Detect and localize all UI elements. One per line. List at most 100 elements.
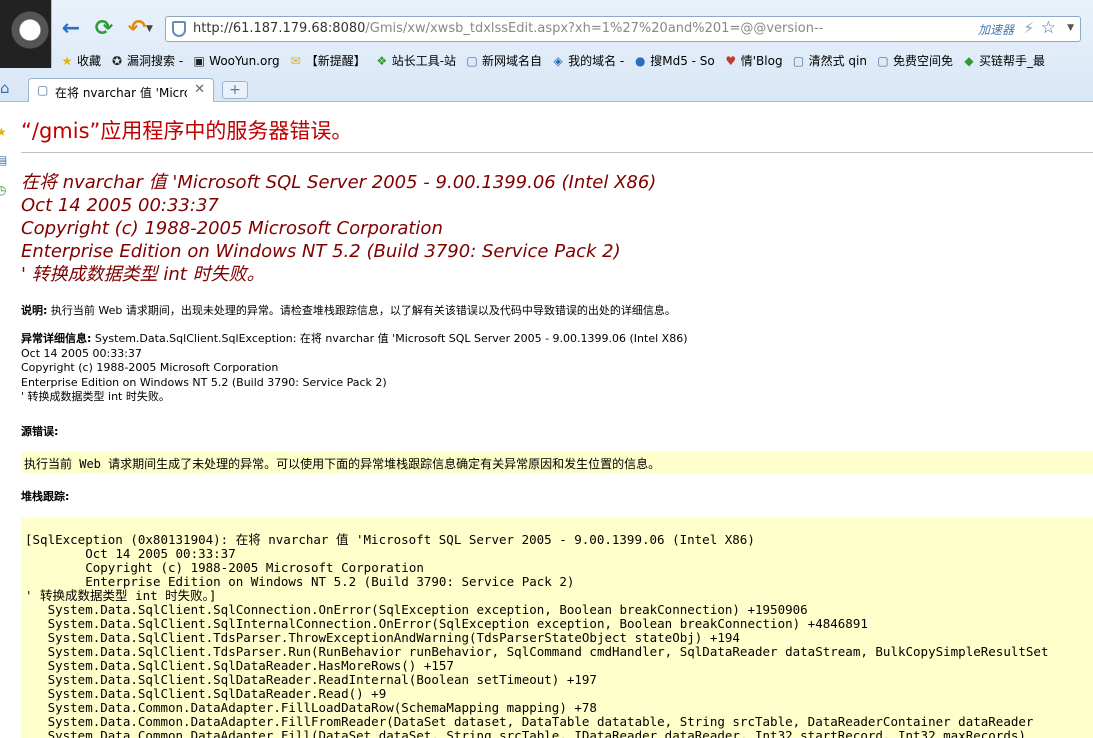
document-icon[interactable]: ▤ xyxy=(0,153,7,167)
bookmark-star-icon[interactable]: ☆ xyxy=(1041,18,1056,38)
address-bar[interactable]: http://61.187.179.68:8080/Gmis/xw/xwsb_t… xyxy=(165,16,1081,42)
bookmark-item[interactable]: ▢ 清然式 qin xyxy=(792,52,867,70)
stack-trace-box[interactable]: [SqlException (0x80131904): 在将 nvarchar … xyxy=(21,518,1093,738)
exception-line: Enterprise Edition on Windows NT 5.2 (Bu… xyxy=(21,375,387,389)
bookmark-item[interactable]: ✉ 【新提醒】 xyxy=(289,52,366,70)
bookmark-label: 漏洞搜索 - xyxy=(127,54,184,68)
bookmark-item[interactable]: ◈ 我的域名 - xyxy=(551,52,624,70)
undo-icon: ↶ xyxy=(127,16,147,41)
error-line: Enterprise Edition on Windows NT 5.2 (Bu… xyxy=(21,241,621,262)
wooyun-logo-icon: ▣ xyxy=(193,54,205,68)
bookmark-item[interactable]: ▢ 新网域名自 xyxy=(465,52,542,70)
stack-line: Oct 14 2005 00:33:37 xyxy=(25,546,236,561)
link-helper-icon: ◆ xyxy=(964,54,974,68)
bookmark-label: WooYun.org xyxy=(209,54,280,68)
source-error-label: 源错误: xyxy=(21,425,59,438)
bookmark-item[interactable]: ❖ 站长工具-站 xyxy=(375,52,456,70)
page-title: “/gmis”应用程序中的服务器错误。 xyxy=(21,119,353,143)
tab-active[interactable]: ▢ 在将 nvarchar 值 'Micros ✕ xyxy=(28,78,214,102)
error-line: ' 转换成数据类型 int 时失败。 xyxy=(21,264,265,285)
error-line: Copyright (c) 1988-2005 Microsoft Corpor… xyxy=(21,218,443,239)
webmaster-tool-icon: ❖ xyxy=(376,54,388,68)
description: 说明: 执行当前 Web 请求期间，出现未处理的异常。请检查堆栈跟踪信息，以了解… xyxy=(21,302,676,318)
bookmark-label: 我的域名 - xyxy=(568,54,625,68)
stack-line: System.Data.Common.DataAdapter.FillFromR… xyxy=(25,714,1034,729)
accelerator-button[interactable]: 加速器 xyxy=(978,21,1014,38)
stack-trace-label: 堆栈跟踪: xyxy=(21,490,70,503)
exception-details: 异常详细信息: System.Data.SqlClient.SqlExcepti… xyxy=(21,332,688,405)
security-shield-icon xyxy=(172,21,186,37)
favorites-star-icon[interactable]: ★ xyxy=(0,125,7,139)
chevron-down-icon: ▼ xyxy=(146,24,153,34)
chevron-down-icon[interactable]: ▼ xyxy=(1067,23,1074,33)
history-clock-icon[interactable]: ◷ xyxy=(0,183,6,197)
error-line: 在将 nvarchar 值 'Microsoft SQL Server 2005… xyxy=(21,172,657,193)
bookmark-item[interactable]: ♥ 情'Blog xyxy=(724,52,783,70)
bookmark-label: 买链帮手_最 xyxy=(978,54,1045,68)
browser-chrome: ← ⟳ ↶ ▼ http://61.187.179.68:8080/Gmis/xw… xyxy=(0,0,1093,102)
back-button[interactable]: ← xyxy=(58,16,84,42)
favorites-star-icon: ★ xyxy=(61,54,73,68)
source-error-box: 执行当前 Web 请求期间生成了未处理的异常。可以使用下面的异常堆栈跟踪信息确定… xyxy=(21,451,1093,473)
bookmark-label: 站长工具-站 xyxy=(391,54,457,68)
description-text: 执行当前 Web 请求期间，出现未处理的异常。请检查堆栈跟踪信息，以了解有关该错… xyxy=(47,304,676,317)
new-tab-button[interactable]: + xyxy=(222,81,248,99)
page-icon: ▢ xyxy=(37,83,49,97)
bookmark-item[interactable]: ✪ 漏洞搜索 - xyxy=(110,52,183,70)
description-label: 说明: xyxy=(21,304,48,317)
stack-trace-text: [SqlException (0x80131904): 在将 nvarchar … xyxy=(25,533,1049,738)
close-icon[interactable]: ✕ xyxy=(194,82,205,97)
blog-avatar-icon: ♥ xyxy=(725,54,737,68)
stack-line: System.Data.SqlClient.TdsParser.ThrowExc… xyxy=(25,630,740,645)
exception-line: ' 转换成数据类型 int 时失败。 xyxy=(21,390,170,403)
home-icon[interactable]: ⌂ xyxy=(0,79,16,97)
site-badge-icon: ✪ xyxy=(111,54,123,68)
exception-first-line: System.Data.SqlClient.SqlException: 在将 n… xyxy=(91,332,688,345)
stack-line: System.Data.SqlClient.SqlDataReader.Read… xyxy=(25,672,597,687)
stack-line: System.Data.Common.DataAdapter.FillLoadD… xyxy=(25,700,597,715)
bookmark-item[interactable]: ▣ WooYun.org xyxy=(192,52,280,70)
bookmark-item[interactable]: ◆ 买链帮手_最 xyxy=(962,52,1045,70)
source-error-text: 执行当前 Web 请求期间生成了未处理的异常。可以使用下面的异常堆栈跟踪信息确定… xyxy=(24,457,661,471)
bookmark-label: 清然式 qin xyxy=(808,54,867,68)
exception-rest: Oct 14 2005 00:33:37 Copyright (c) 1988-2… xyxy=(21,347,688,405)
divider xyxy=(21,152,1093,153)
exception-line: Oct 14 2005 00:33:37 xyxy=(21,346,142,360)
refresh-icon: ⟳ xyxy=(94,16,114,41)
bookmark-item[interactable]: ★ 收藏 xyxy=(60,52,101,70)
page-icon: ▢ xyxy=(466,54,478,68)
back-arrow-icon: ← xyxy=(61,16,81,41)
notice-icon: ✉ xyxy=(290,54,301,68)
url-text[interactable]: http://61.187.179.68:8080/Gmis/xw/xwsb_t… xyxy=(193,21,823,36)
stack-line: System.Data.SqlClient.SqlDataReader.Read… xyxy=(25,686,387,701)
stack-line: System.Data.SqlClient.TdsParser.Run(RunB… xyxy=(25,644,1049,659)
stack-line: System.Data.SqlClient.SqlInternalConnect… xyxy=(25,616,868,631)
stack-line: [SqlException (0x80131904): 在将 nvarchar … xyxy=(25,532,755,547)
stack-line: System.Data.SqlClient.SqlDataReader.HasM… xyxy=(25,658,454,673)
bookmark-item[interactable]: ● 搜Md5 - So xyxy=(633,52,715,70)
exception-label: 异常详细信息: xyxy=(21,332,92,345)
sidebar-strip: ★ ▤ ◷ xyxy=(0,103,9,738)
error-message: 在将 nvarchar 值 'Microsoft SQL Server 2005… xyxy=(21,171,656,286)
domain-icon: ◈ xyxy=(553,54,563,68)
bookmark-label: 【新提醒】 xyxy=(305,54,366,68)
tab-bar: ⌂ ▢ 在将 nvarchar 值 'Micros ✕ + xyxy=(0,76,1093,102)
stack-line: Copyright (c) 1988-2005 Microsoft Corpor… xyxy=(25,560,424,575)
stack-line: Enterprise Edition on Windows NT 5.2 (Bu… xyxy=(25,574,575,589)
stack-line: ' 转换成数据类型 int 时失败。] xyxy=(25,588,217,603)
user-avatar[interactable] xyxy=(0,0,52,68)
lightning-icon[interactable]: ⚡ xyxy=(1023,19,1034,37)
page-content: “/gmis”应用程序中的服务器错误。 在将 nvarchar 值 'Micro… xyxy=(21,103,1093,738)
bookmark-item[interactable]: ▢ 免费空间免 xyxy=(876,52,953,70)
error-line: Oct 14 2005 00:33:37 xyxy=(21,195,219,216)
refresh-button[interactable]: ⟳ xyxy=(91,16,117,42)
md5-logo-icon: ● xyxy=(634,54,646,68)
plus-icon: + xyxy=(229,82,241,98)
bookmark-label: 情'Blog xyxy=(740,54,783,68)
bookmark-label: 收藏 xyxy=(77,54,102,68)
page-icon: ▢ xyxy=(792,54,805,68)
bookmark-label: 搜Md5 - So xyxy=(650,54,715,68)
undo-history-button[interactable]: ↶ ▼ xyxy=(124,16,153,42)
stack-line: System.Data.SqlClient.SqlConnection.OnEr… xyxy=(25,602,808,617)
bookmarks-bar: ★ 收藏 ✪ 漏洞搜索 - ▣ WooYun.org ✉ 【新提醒】 ❖ 站长工具-站 ▢ 新网域名自… xyxy=(60,52,1093,70)
